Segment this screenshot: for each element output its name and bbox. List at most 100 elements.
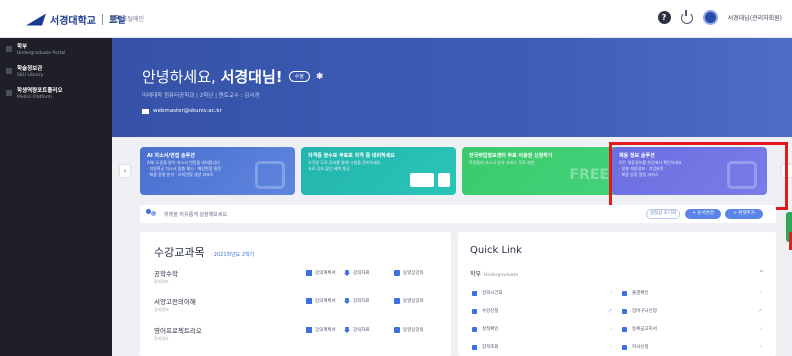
- carousel-card[interactable]: AI 자소서/면접 솔루션 AI와 도움을 받아 자소서 면접을 대비합니다 ·…: [140, 147, 295, 195]
- quick-link-item[interactable]: 성적확인 ›: [472, 324, 612, 334]
- top-header: 서경대학교 포털 포털메인 ? 서경대님(관리자회원): [0, 0, 792, 38]
- mail-icon: [142, 108, 149, 114]
- cart-icon: [622, 308, 627, 314]
- quick-link-item[interactable]: 등록금고지서 ›: [622, 324, 762, 334]
- course-row[interactable]: 서양고전의이해 강좌정보 강의계획서 강의자료 동영상강의: [154, 296, 439, 324]
- document-icon: [306, 298, 312, 304]
- quick-link-label: 학사신청: [632, 345, 649, 350]
- carousel-card[interactable]: 자격증 쌍수로 무료로 자격 증 대비하세요 자격증 무료 강좌를 통해 시험을…: [301, 147, 456, 195]
- reorder-button[interactable]: + 순서변경: [685, 209, 721, 219]
- quick-link-item[interactable]: 수강신청 ↗: [472, 306, 612, 316]
- header-actions: ? 서경대님(관리자회원): [657, 9, 782, 25]
- materials-button[interactable]: 강의자료: [344, 298, 370, 304]
- sidebar-item-title: 학술정보관: [17, 66, 43, 72]
- download-icon: [344, 298, 350, 304]
- logo-text: 서경대학교: [50, 16, 96, 27]
- sidebar-item-undergraduate[interactable]: 학부 Undergraduate Portal: [0, 44, 112, 64]
- quick-link-item[interactable]: 장바구니신청 ↗: [622, 306, 762, 316]
- video-lecture-button[interactable]: 동영상강의: [394, 327, 424, 333]
- courses-header: 수강교과목 · 2021학년도 2학기: [154, 244, 254, 260]
- sidebar-item-title: 학부: [17, 44, 28, 50]
- sidebar-item-icon: [6, 68, 12, 74]
- quick-link-label: 강의시간표: [482, 291, 503, 296]
- logo-divider: [102, 14, 103, 25]
- email-address[interactable]: webmaster@skuniv.ac.kr: [153, 108, 222, 114]
- users-icon: [146, 209, 156, 218]
- chevron-right-icon: ›: [610, 290, 612, 296]
- grades-icon: [472, 326, 477, 332]
- widget-settings-bar: 위젯을 자유롭게 설정해보세요. 설정값 초기화 + 순서변경 + 위젯추가: [140, 205, 776, 223]
- quick-link-item[interactable]: 장학조회 ›: [472, 342, 612, 352]
- welcome-banner: 안녕하세요, 서경대님! 수정 ✱ 미래대학 컴퓨터공학과 | 2학년 | 멘토…: [112, 38, 792, 137]
- carousel-card[interactable]: 한국취업정보센터 무료 이용권 신청하기 학생들의 자소서 첨삭 서비스 무료 …: [462, 147, 617, 195]
- edit-profile-button[interactable]: 수정: [288, 71, 310, 82]
- sidebar-item-subtitle: Undergraduate Portal: [17, 51, 66, 56]
- quick-link-label: 성적확인: [482, 327, 499, 332]
- quick-link-category[interactable]: 학부 Undergraduate: [470, 269, 518, 278]
- course-code: 강좌정보: [154, 336, 169, 341]
- preview-panel-icon: [438, 173, 450, 187]
- video-lecture-button[interactable]: 동영상강의: [394, 270, 424, 276]
- chevron-up-icon[interactable]: ^: [759, 270, 764, 277]
- carousel-prev-button[interactable]: ‹: [120, 165, 130, 177]
- academic-request-icon: [622, 344, 627, 350]
- syllabus-button[interactable]: 강의계획서: [306, 327, 336, 333]
- chevron-right-icon: ›: [760, 290, 762, 296]
- quick-link-item[interactable]: 출결확인 ›: [622, 288, 762, 298]
- decoration-icon: [255, 161, 285, 189]
- sidebar-item-library[interactable]: 학술정보관 SKU Library: [0, 66, 112, 86]
- syllabus-button[interactable]: 강의계획서: [306, 298, 336, 304]
- card-title: AI 자소서/면접 솔루션: [147, 153, 195, 159]
- quick-link-label: 장학조회: [482, 345, 499, 350]
- quick-link-label: 출결확인: [632, 291, 649, 296]
- logout-icon[interactable]: [680, 9, 693, 24]
- download-icon: [344, 270, 350, 276]
- help-icon[interactable]: ?: [657, 11, 671, 24]
- menu-label: 포털메인: [122, 16, 145, 23]
- logo-mark-icon: [26, 13, 46, 26]
- tuition-icon: [622, 326, 627, 332]
- sidebar: 학부 Undergraduate Portal 학술정보관 SKU Librar…: [0, 38, 112, 356]
- quick-link-item[interactable]: 학사신청 ›: [622, 342, 762, 352]
- course-name[interactable]: 공학수학: [154, 268, 178, 278]
- courses-title: 수강교과목: [154, 246, 205, 259]
- download-icon: [344, 327, 350, 333]
- preview-panel-icon: [410, 173, 434, 187]
- user-name[interactable]: 서경대님(관리자회원): [728, 13, 782, 22]
- materials-button[interactable]: 강의자료: [344, 270, 370, 276]
- chevron-right-icon: ›: [610, 344, 612, 350]
- attendance-icon: [622, 290, 627, 296]
- reset-settings-button[interactable]: 설정값 초기화: [646, 209, 680, 219]
- quick-link-panel: Quick Link 학부 Undergraduate ^ 강의시간표 › 출결확…: [458, 232, 776, 356]
- video-icon: [394, 270, 400, 276]
- gear-icon[interactable]: ✱: [316, 72, 324, 82]
- chevron-right-icon: ›: [760, 326, 762, 332]
- external-link-icon: ↗: [607, 308, 612, 314]
- email-line: webmaster@skuniv.ac.kr: [142, 108, 222, 114]
- course-name[interactable]: 서양고전의이해: [154, 296, 196, 306]
- card-line: 학생들의 자소서 첨삭 서비스 무료 지원: [469, 160, 535, 165]
- course-row[interactable]: 영어프로젝트리오 강좌정보 강의계획서 강의자료 동영상강의: [154, 325, 439, 353]
- timetable-icon: [472, 290, 477, 296]
- course-row[interactable]: 공학수학 강좌정보 강의계획서 강의자료 동영상강의: [154, 268, 439, 296]
- document-icon: [306, 270, 312, 276]
- syllabus-button[interactable]: 강의계획서: [306, 270, 336, 276]
- card-title: 자격증 쌍수로 무료로 자격 증 대비하세요: [308, 153, 395, 159]
- sidebar-item-portfolio[interactable]: 학생역량포트폴리오 Medici Platform: [0, 88, 112, 108]
- video-lecture-button[interactable]: 동영상강의: [394, 298, 424, 304]
- sidebar-item-subtitle: SKU Library: [17, 73, 44, 78]
- greeting: 안녕하세요, 서경대님! 수정 ✱: [142, 66, 323, 87]
- menu-toggle-button[interactable]: 포털메인: [110, 14, 144, 23]
- quick-link-label: 등록금고지서: [632, 327, 657, 332]
- quick-link-item[interactable]: 강의시간표 ›: [472, 288, 612, 298]
- materials-button[interactable]: 강의자료: [344, 327, 370, 333]
- sidebar-item-subtitle: Medici Platform: [17, 95, 52, 100]
- quick-link-label: 장바구니신청: [632, 309, 657, 314]
- registration-icon: [472, 308, 477, 314]
- quick-link-label: 수강신청: [482, 309, 499, 314]
- avatar[interactable]: [702, 10, 718, 25]
- widget-hint-text: 위젯을 자유롭게 설정해보세요.: [164, 212, 229, 218]
- sidebar-item-icon: [6, 90, 12, 96]
- add-widget-button[interactable]: + 위젯추가: [725, 209, 763, 219]
- course-name[interactable]: 영어프로젝트리오: [154, 325, 202, 335]
